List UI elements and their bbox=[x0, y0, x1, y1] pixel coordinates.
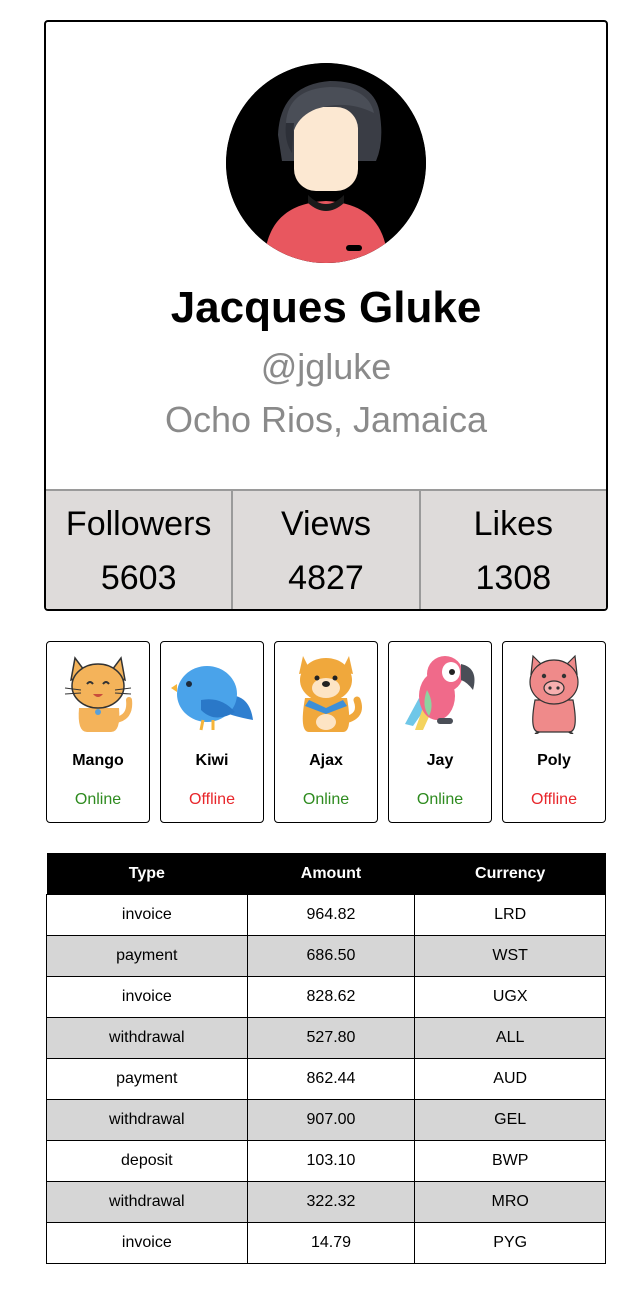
cell-type: withdrawal bbox=[46, 1017, 248, 1059]
cell-currency: BWP bbox=[414, 1140, 606, 1182]
stat-label: Views bbox=[280, 505, 372, 543]
pet-status: Online bbox=[74, 791, 122, 808]
table-row: withdrawal 322.32 MRO bbox=[46, 1181, 606, 1223]
table-row: payment 686.50 WST bbox=[46, 935, 606, 977]
page: Jacques Gluke @jgluke Ocho Rios, Jamaica… bbox=[0, 0, 636, 1304]
pig-icon bbox=[529, 654, 579, 734]
dog-icon bbox=[299, 656, 362, 732]
table-row: invoice 828.62 UGX bbox=[46, 976, 606, 1018]
cell-amount: 322.32 bbox=[246, 1181, 416, 1223]
user-avatar-icon bbox=[226, 63, 426, 263]
pet-name: Kiwi bbox=[195, 752, 229, 769]
stat-label: Likes bbox=[473, 505, 553, 543]
cell-currency: ALL bbox=[414, 1017, 606, 1059]
stat-value: 4827 bbox=[288, 559, 364, 597]
pet-card-kiwi[interactable]: Kiwi Offline bbox=[160, 641, 264, 823]
stat-views: Views 4827 bbox=[233, 491, 421, 609]
profile-name: Jacques Gluke bbox=[170, 283, 482, 332]
table-row: invoice 14.79 PYG bbox=[46, 1222, 606, 1264]
stat-followers: Followers 5603 bbox=[46, 491, 234, 609]
bird-icon bbox=[171, 666, 253, 731]
cell-amount: 862.44 bbox=[246, 1058, 416, 1100]
table-row: payment 862.44 AUD bbox=[46, 1058, 606, 1100]
cell-currency: AUD bbox=[414, 1058, 606, 1100]
cell-amount: 103.10 bbox=[246, 1140, 416, 1182]
cell-type: payment bbox=[46, 935, 248, 977]
cell-currency: WST bbox=[414, 935, 606, 977]
cell-currency: GEL bbox=[414, 1099, 606, 1141]
column-header-currency: Currency bbox=[414, 853, 606, 895]
cell-type: withdrawal bbox=[46, 1099, 248, 1141]
pets-row: Mango Online Kiwi Offline Ajax Online Ja… bbox=[46, 641, 606, 823]
pet-status: Offline bbox=[531, 791, 577, 808]
column-header-type: Type bbox=[46, 853, 248, 895]
cell-amount: 907.00 bbox=[246, 1099, 416, 1141]
pet-card-poly[interactable]: Poly Offline bbox=[502, 641, 606, 823]
stat-likes: Likes 1308 bbox=[421, 491, 606, 609]
pet-card-mango[interactable]: Mango Online bbox=[46, 641, 150, 823]
cell-currency: PYG bbox=[414, 1222, 606, 1264]
cell-currency: MRO bbox=[414, 1181, 606, 1223]
cell-amount: 686.50 bbox=[246, 935, 416, 977]
pet-card-ajax[interactable]: Ajax Online bbox=[274, 641, 378, 823]
cell-currency: LRD bbox=[414, 894, 606, 936]
profile-location: Ocho Rios, Jamaica bbox=[164, 399, 488, 440]
cell-type: invoice bbox=[46, 1222, 248, 1264]
transactions-table: Type Amount Currency invoice 964.82 LRD … bbox=[46, 853, 606, 1264]
pet-status: Online bbox=[302, 791, 350, 808]
stat-value: 5603 bbox=[100, 559, 177, 597]
table-row: invoice 964.82 LRD bbox=[46, 894, 606, 936]
profile-handle: @jgluke bbox=[260, 346, 392, 387]
cell-type: deposit bbox=[46, 1140, 248, 1182]
column-header-amount: Amount bbox=[247, 853, 415, 895]
cell-type: withdrawal bbox=[46, 1181, 248, 1223]
cell-type: invoice bbox=[46, 894, 248, 936]
pet-name: Ajax bbox=[309, 752, 343, 769]
pet-name: Mango bbox=[72, 752, 124, 769]
pet-name: Poly bbox=[537, 752, 571, 769]
cell-type: payment bbox=[46, 1058, 248, 1100]
stat-value: 1308 bbox=[475, 559, 552, 597]
pet-status: Offline bbox=[189, 791, 235, 808]
cell-currency: UGX bbox=[414, 976, 606, 1018]
cell-amount: 828.62 bbox=[246, 976, 416, 1018]
profile-card: Jacques Gluke @jgluke Ocho Rios, Jamaica… bbox=[44, 20, 608, 611]
pet-status: Online bbox=[416, 791, 464, 808]
stat-label: Followers bbox=[65, 505, 212, 543]
cell-amount: 527.80 bbox=[246, 1017, 416, 1059]
cell-amount: 14.79 bbox=[246, 1222, 416, 1264]
table-header-row: Type Amount Currency bbox=[46, 853, 606, 895]
table-row: withdrawal 527.80 ALL bbox=[46, 1017, 606, 1059]
stats-bar: Followers 5603 Views 4827 Likes 1308 bbox=[46, 489, 606, 609]
pet-name: Jay bbox=[426, 752, 454, 769]
parrot-icon bbox=[405, 656, 475, 730]
cell-amount: 964.82 bbox=[246, 894, 416, 936]
pet-card-jay[interactable]: Jay Online bbox=[388, 641, 492, 823]
cat-icon bbox=[64, 656, 133, 732]
cell-type: invoice bbox=[46, 976, 248, 1018]
table-row: deposit 103.10 BWP bbox=[46, 1140, 606, 1182]
table-row: withdrawal 907.00 GEL bbox=[46, 1099, 606, 1141]
